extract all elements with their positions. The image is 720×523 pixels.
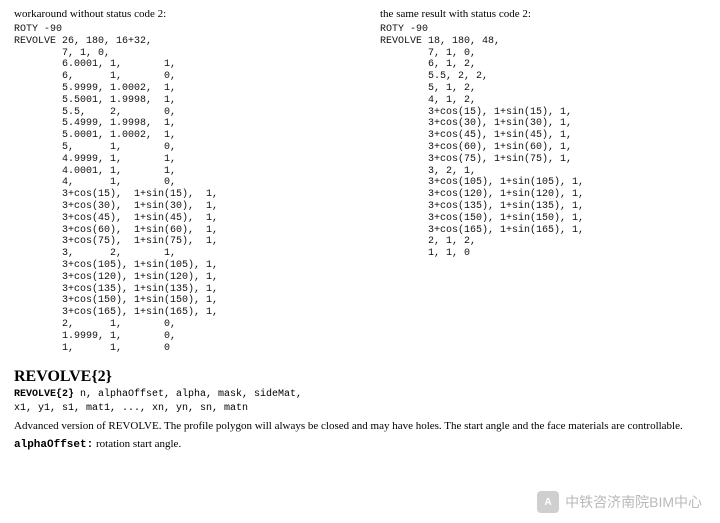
code-columns: workaround without status code 2: ROTY -… <box>14 8 706 354</box>
syntax-args-1: n, alphaOffset, alpha, mask, sideMat, <box>74 389 302 400</box>
syntax-keyword: REVOLVE{2} <box>14 389 74 400</box>
section-heading: REVOLVE{2} <box>14 368 706 386</box>
right-code-block: ROTY -90 REVOLVE 18, 180, 48, 7, 1, 0, 6… <box>380 24 706 260</box>
left-intro: workaround without status code 2: <box>14 8 340 20</box>
left-column: workaround without status code 2: ROTY -… <box>14 8 340 354</box>
document-page: workaround without status code 2: ROTY -… <box>0 0 720 523</box>
syntax-args-2: x1, y1, s1, mat1, ..., xn, yn, sn, matn <box>14 403 248 414</box>
left-code-block: ROTY -90 REVOLVE 26, 180, 16+32, 7, 1, 0… <box>14 24 340 354</box>
section-description: Advanced version of REVOLVE. The profile… <box>14 419 706 434</box>
watermark-text: 中铁咨济南院BIM中心 <box>565 492 702 512</box>
right-column: the same result with status code 2: ROTY… <box>380 8 706 354</box>
param-name: alphaOffset: <box>14 439 93 451</box>
param-desc: rotation start angle. <box>93 438 181 450</box>
watermark-icon: A <box>537 491 559 513</box>
syntax-line: REVOLVE{2} n, alphaOffset, alpha, mask, … <box>14 388 706 415</box>
right-intro: the same result with status code 2: <box>380 8 706 20</box>
param-line: alphaOffset: rotation start angle. <box>14 438 706 451</box>
watermark: A 中铁咨济南院BIM中心 <box>537 491 702 513</box>
